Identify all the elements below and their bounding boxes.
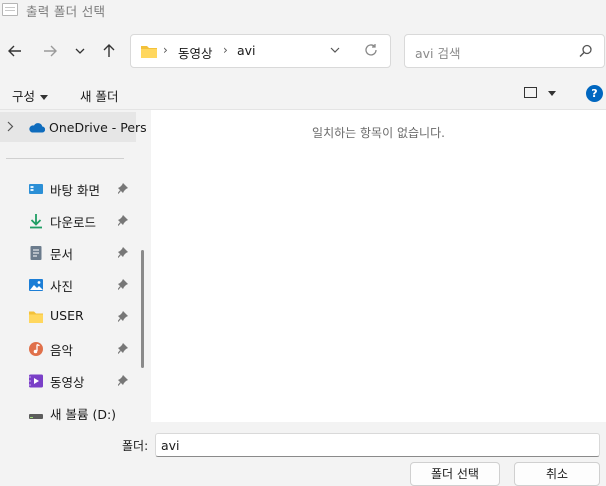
desktop-icon [29,184,43,194]
organize-button[interactable]: 구성 [12,86,49,105]
sidebar-item-label: 동영상 [50,375,85,390]
breadcrumb-videos[interactable]: 동영상 [178,43,213,62]
select-folder-button[interactable]: 폴더 선택 [410,462,500,486]
sidebar-item-label: 음악 [50,343,74,358]
sidebar-item-label: 사진 [50,279,74,294]
sidebar-item-desktop[interactable]: 바탕 화면 [0,174,136,204]
dialog-footer: 폴더: 폴더 선택 취소 [0,422,606,486]
sidebar-item-label: 바탕 화면 [50,183,100,198]
chevron-down-icon [330,47,340,53]
refresh-icon [365,44,377,56]
file-list[interactable]: 일치하는 항목이 없습니다. [151,110,606,422]
sidebar-item-downloads[interactable]: 다운로드 [0,206,136,236]
up-arrow-icon [103,44,115,57]
app-icon [2,3,18,16]
pin-icon[interactable] [118,183,128,194]
title-bar: 출력 폴더 선택 [0,0,606,22]
forward-button[interactable] [38,39,62,63]
sidebar-item-label: OneDrive - Pers [49,120,147,135]
sidebar-item-user[interactable]: USER [0,302,136,332]
sidebar-item-onedrive[interactable]: OneDrive - Pers [0,112,147,142]
breadcrumb-separator-icon: › [163,43,168,57]
search-placeholder[interactable]: avi 검색 [415,43,461,62]
refresh-button[interactable] [364,43,378,60]
sidebar-item-videos[interactable]: 동영상 [0,366,136,396]
view-options-caret-icon[interactable] [548,91,556,96]
sidebar-divider [6,158,124,159]
help-icon[interactable]: ? [586,85,603,102]
folder-name-input[interactable] [155,433,600,457]
folder-icon [141,46,157,58]
address-history-button[interactable] [330,43,340,60]
pin-icon[interactable] [118,343,128,354]
download-icon [30,214,42,229]
sidebar-item-label: USER [50,308,84,323]
forward-arrow-icon [44,45,57,57]
cancel-button[interactable]: 취소 [514,462,600,486]
caret-down-icon [40,95,49,100]
pin-icon[interactable] [118,375,128,386]
command-bar: 구성 새 폴더 ? [0,80,606,110]
recent-locations-button[interactable] [68,39,92,63]
chevron-right-icon[interactable] [7,121,14,132]
sidebar-scrollbar-thumb[interactable] [141,250,144,368]
navigation-pane: OneDrive - Pers 바탕 화면 다운로드 문서 사진 USER 음악… [0,110,148,422]
new-folder-button[interactable]: 새 폴더 [80,86,118,105]
sidebar-item-documents[interactable]: 문서 [0,238,136,268]
organize-label: 구성 [12,89,36,104]
view-icon[interactable] [524,87,537,98]
cloud-icon [29,123,45,133]
pin-icon[interactable] [118,279,128,290]
breadcrumb-avi[interactable]: avi [237,43,256,58]
video-icon [29,374,43,388]
back-button[interactable] [3,39,27,63]
pin-icon[interactable] [118,311,128,322]
folder-icon [29,311,43,323]
sidebar-item-label: 다운로드 [50,215,97,230]
window-title: 출력 폴더 선택 [26,4,106,19]
navigation-bar: › 동영상 › avi avi 검색 [0,22,606,80]
picture-icon [29,279,43,291]
search-icon [579,44,592,57]
address-bar[interactable]: › 동영상 › avi [130,34,391,68]
search-box[interactable]: avi 검색 [404,34,605,68]
music-icon [29,342,43,356]
back-arrow-icon [8,45,21,57]
sidebar-item-label: 문서 [50,247,74,262]
pin-icon[interactable] [118,215,128,226]
sidebar-item-label: 새 볼륨 (D:) [50,407,117,422]
document-icon [30,246,42,260]
folder-label: 폴더: [122,439,149,453]
drive-icon [29,414,43,419]
chevron-down-icon [75,48,85,54]
sidebar-item-pictures[interactable]: 사진 [0,270,136,300]
sidebar-item-drive-d[interactable]: 새 볼륨 (D:) [0,398,136,422]
breadcrumb-separator-icon: › [223,43,228,57]
empty-message: 일치하는 항목이 없습니다. [312,126,445,140]
pin-icon[interactable] [118,247,128,258]
up-button[interactable] [97,39,121,63]
sidebar-item-music[interactable]: 음악 [0,334,136,364]
